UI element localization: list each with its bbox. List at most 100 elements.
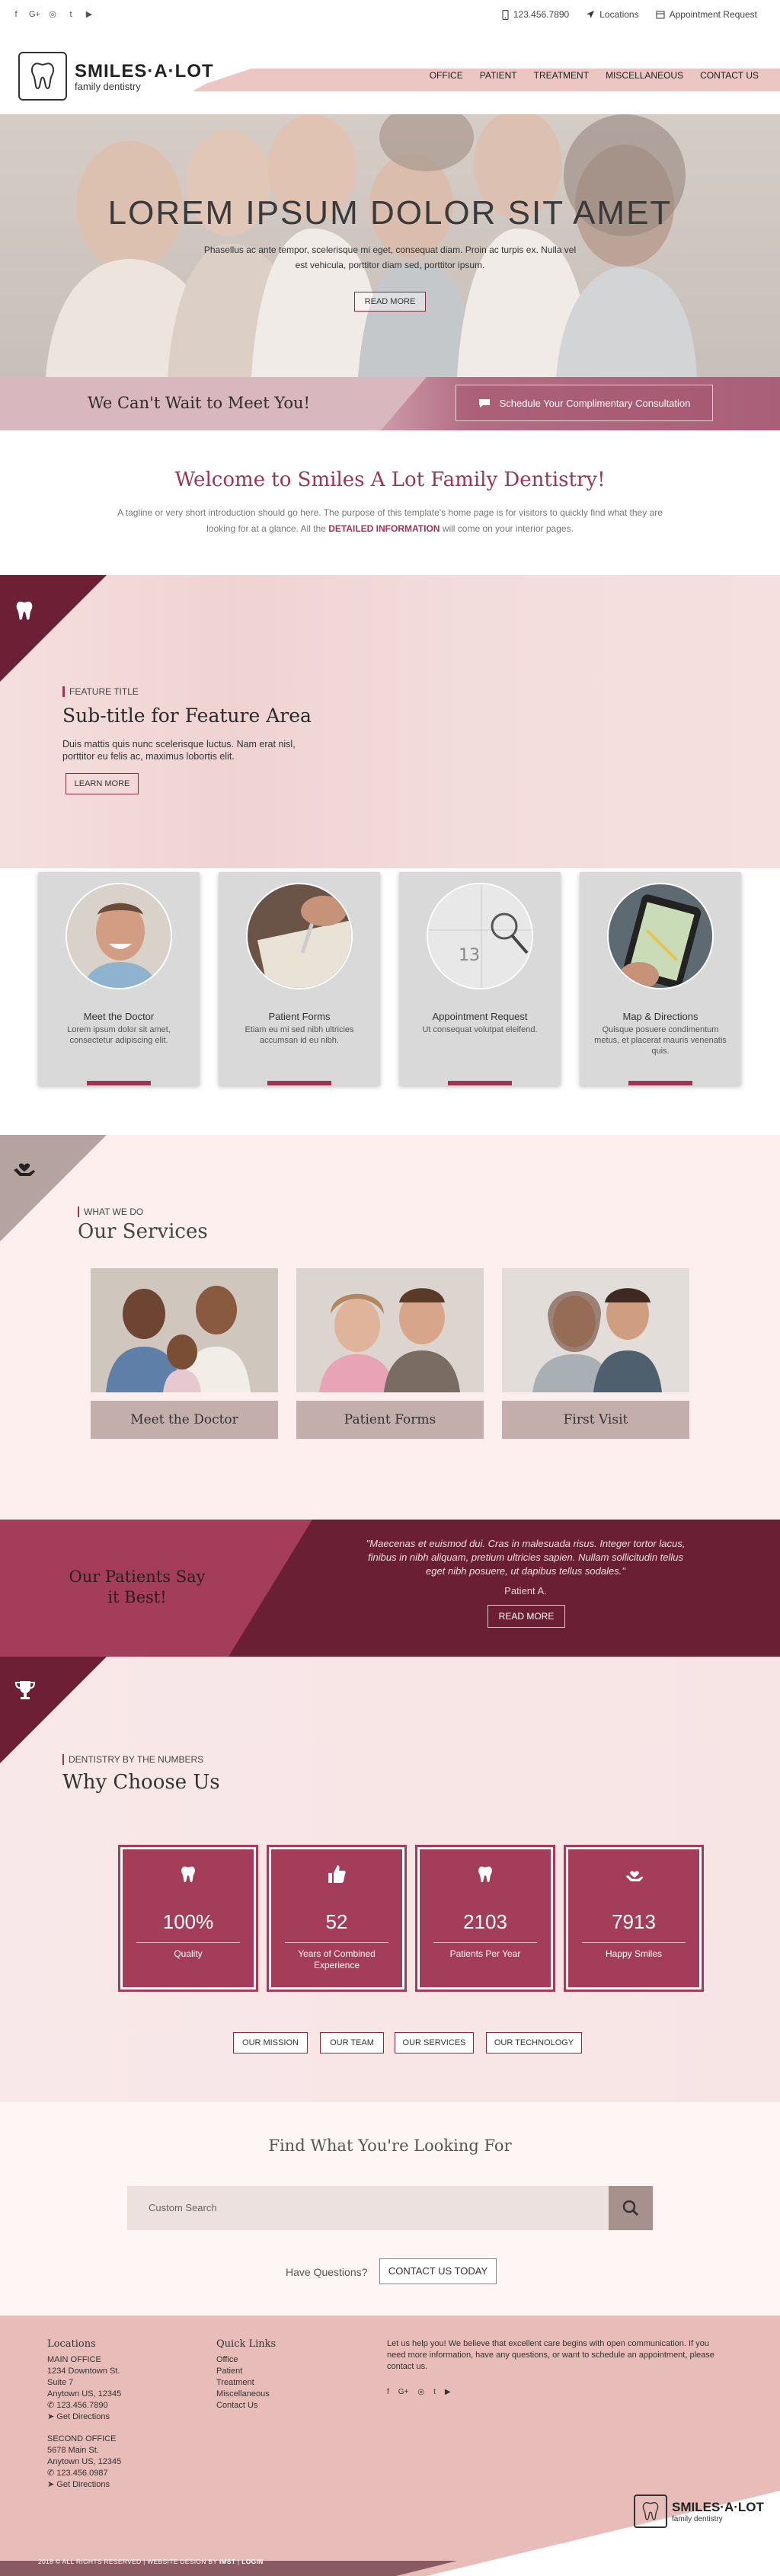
footer-locations-title: Locations: [47, 2338, 96, 2350]
instagram-icon[interactable]: ◎: [417, 2386, 424, 2398]
service-first-visit[interactable]: First Visit: [502, 1268, 689, 1439]
login-link[interactable]: LOGIN: [241, 2558, 263, 2565]
stat-divider: [582, 1942, 686, 1943]
why-corner: [0, 1657, 107, 1763]
main-office-line1: 1234 Downtown St.: [47, 2367, 120, 2376]
appointment-link[interactable]: Appointment Request: [656, 9, 757, 20]
search-input[interactable]: Custom Search: [127, 2186, 609, 2230]
card-accent: [87, 1081, 151, 1085]
service-label: First Visit: [502, 1401, 689, 1439]
our-technology-button[interactable]: OUR TECHNOLOGY: [486, 2032, 582, 2053]
service-meet-doctor[interactable]: Meet the Doctor: [91, 1268, 278, 1439]
footer-logo[interactable]: SMILES·A·LOT family dentistry: [634, 2495, 764, 2528]
phone-link[interactable]: 123.456.7890: [502, 9, 569, 20]
feature-corner: [0, 575, 107, 682]
stat-divider: [433, 1942, 537, 1943]
locations-link[interactable]: Locations: [586, 9, 639, 20]
quick-link-contact[interactable]: Contact Us: [216, 2400, 276, 2411]
testimonial-author: Patient A.: [504, 1585, 547, 1596]
youtube-icon[interactable]: ▶: [84, 9, 94, 20]
card-patient-forms[interactable]: Patient Forms Etiam eu mi sed nibh ultri…: [219, 872, 380, 1085]
nav-item-contact[interactable]: CONTACT US: [700, 70, 759, 81]
nav-item-office[interactable]: OFFICE: [430, 70, 463, 81]
our-services-button[interactable]: OUR SERVICES: [395, 2032, 474, 2053]
nav-item-miscellaneous[interactable]: MISCELLANEOUS: [606, 70, 683, 81]
card-title: Appointment Request: [432, 1011, 528, 1022]
hand-heart-icon: [14, 1163, 35, 1176]
stat-divider: [136, 1942, 240, 1943]
footer-social: f G+ ◎ t ▶: [387, 2386, 730, 2398]
footer-logo-mark: [634, 2495, 667, 2528]
feature-section: FEATURE TITLE Sub-title for Feature Area…: [0, 575, 780, 906]
learn-more-button[interactable]: LEARN MORE: [66, 773, 139, 794]
main-office-directions[interactable]: ➤ Get Directions: [47, 2411, 121, 2423]
service-patient-forms[interactable]: Patient Forms: [296, 1268, 484, 1439]
stat-experience: 52 Years of Combined Experience: [269, 1847, 404, 1990]
calendar-icon: [656, 11, 665, 19]
welcome-text: A tagline or very short introduction sho…: [114, 505, 666, 537]
thumbs-up-icon: [328, 1865, 346, 1883]
youtube-icon[interactable]: ▶: [445, 2386, 451, 2398]
stat-divider: [285, 1942, 388, 1943]
card-meet-doctor[interactable]: Meet the Doctor Lorem ipsum dolor sit am…: [38, 872, 200, 1085]
card-appointment-request[interactable]: 13 Appointment Request Ut consequat volu…: [399, 872, 561, 1085]
designer-link[interactable]: IMST: [219, 2558, 236, 2565]
footer-about-text: Let us help you! We believe that excelle…: [387, 2339, 714, 2371]
search-icon: [622, 2200, 639, 2216]
top-bar: f G+ ◎ t ▶ 123.456.7890 Locations Appoin…: [0, 0, 780, 30]
logo-mark: [18, 52, 67, 101]
second-office-label: SECOND OFFICE: [47, 2434, 117, 2443]
instagram-icon[interactable]: ◎: [47, 9, 58, 20]
testimonial-read-more-button[interactable]: READ MORE: [488, 1605, 565, 1628]
facebook-icon[interactable]: f: [387, 2386, 389, 2398]
quick-link-treatment[interactable]: Treatment: [216, 2377, 276, 2389]
couple-photo: [502, 1268, 689, 1392]
schedule-consultation-button[interactable]: Schedule Your Complimentary Consultation: [456, 385, 713, 421]
hero-title: LOREM IPSUM DOLOR SIT AMET: [107, 194, 673, 232]
detailed-information-link[interactable]: DETAILED INFORMATION: [328, 523, 440, 534]
quick-link-miscellaneous[interactable]: Miscellaneous: [216, 2389, 276, 2400]
card-accent: [448, 1081, 512, 1085]
twitter-icon[interactable]: t: [433, 2386, 436, 2398]
second-office-directions[interactable]: ➤ Get Directions: [47, 2479, 121, 2491]
stat-smiles: 7913 Happy Smiles: [566, 1847, 702, 1990]
card-map-directions[interactable]: Map & Directions Quisque posuere condime…: [580, 872, 741, 1085]
facebook-icon[interactable]: f: [11, 9, 21, 20]
have-questions-label: Have Questions?: [286, 2266, 368, 2278]
location-arrow-icon: [587, 11, 595, 18]
hero-text: Phasellus ac ante tempor, scelerisque mi…: [203, 244, 577, 270]
stat-label: Patients Per Year: [449, 1948, 521, 1959]
our-team-button[interactable]: OUR TEAM: [320, 2032, 384, 2053]
site-logo[interactable]: SMILES·A·LOT family dentistry: [18, 52, 214, 101]
svg-text:13: 13: [459, 946, 480, 965]
search-button[interactable]: [609, 2186, 653, 2230]
our-mission-button[interactable]: OUR MISSION: [233, 2032, 308, 2053]
quick-link-patient[interactable]: Patient: [216, 2366, 276, 2377]
meet-band: We Can't Wait to Meet You! Schedule Your…: [0, 377, 780, 430]
google-plus-icon[interactable]: G+: [29, 9, 40, 20]
why-label: DENTISTRY BY THE NUMBERS: [62, 1754, 203, 1765]
service-label: Meet the Doctor: [91, 1401, 278, 1439]
quick-link-office[interactable]: Office: [216, 2354, 276, 2366]
second-office-directions-label: Get Directions: [56, 2480, 110, 2489]
chat-icon: [478, 398, 490, 407]
main-office-phone[interactable]: ✆ 123.456.7890: [47, 2400, 121, 2411]
welcome-title: Welcome to Smiles A Lot Family Dentistry…: [174, 468, 606, 491]
stat-value: 100%: [162, 1910, 214, 1933]
stat-value: 52: [325, 1910, 348, 1933]
hero-read-more-button[interactable]: READ MORE: [354, 292, 426, 312]
footer-locations: Locations MAIN OFFICE 1234 Downtown St. …: [47, 2338, 121, 2491]
footer-logo-tagline: family dentistry: [672, 2514, 723, 2523]
footer-quick-links: Quick Links Office Patient Treatment Mis…: [216, 2338, 276, 2411]
second-office-phone[interactable]: ✆ 123.456.0987: [47, 2468, 121, 2479]
twitter-icon[interactable]: t: [66, 9, 76, 20]
footer-logo-name: SMILES·A·LOT: [672, 2499, 764, 2514]
nav-item-patient[interactable]: PATIENT: [480, 70, 517, 81]
card-accent: [267, 1081, 331, 1085]
google-plus-icon[interactable]: G+: [398, 2386, 409, 2398]
main-nav: OFFICE PATIENT TREATMENT MISCELLANEOUS C…: [430, 70, 759, 81]
contact-us-today-button[interactable]: CONTACT US TODAY: [379, 2258, 497, 2284]
nav-item-treatment[interactable]: TREATMENT: [534, 70, 589, 81]
kids-photo: [296, 1268, 484, 1392]
testimonial-section: Our Patients Say it Best! "Maecenas et e…: [0, 1520, 780, 1657]
